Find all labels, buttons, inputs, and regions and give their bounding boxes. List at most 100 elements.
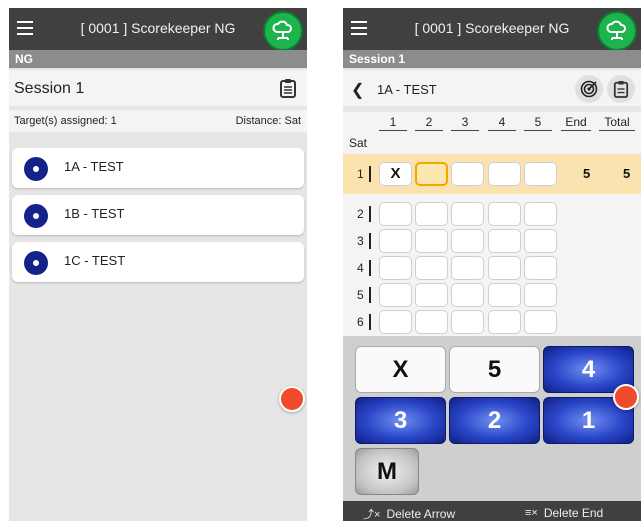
arrow-cell[interactable]: [451, 310, 484, 334]
session-bar: Session 1: [343, 50, 641, 68]
end-divider: [369, 233, 371, 249]
app-bar: [ 0001 ] Scorekeeper NG: [343, 8, 641, 51]
score-keypad: X54321M: [343, 336, 641, 501]
distance-label: Sat: [349, 136, 368, 150]
delete-end-label: Delete End: [543, 506, 604, 520]
delete-end-button[interactable]: ≡× Delete End: [525, 506, 603, 520]
targets-assigned: Target(s) assigned: 1: [14, 115, 117, 127]
back-icon[interactable]: ❮: [351, 80, 364, 100]
target-label: 1C - TEST: [64, 253, 126, 268]
end-divider: [369, 166, 371, 182]
end-row: 3: [343, 227, 641, 255]
target-name: 1A - TEST: [377, 82, 437, 97]
column-header: 2: [415, 115, 443, 131]
arrow-cell[interactable]: [415, 256, 448, 280]
target-card[interactable]: 1C - TEST: [12, 242, 304, 282]
score-key[interactable]: 5: [449, 346, 540, 393]
score-key[interactable]: 2: [449, 397, 540, 444]
target-card[interactable]: 1A - TEST: [12, 148, 304, 188]
cloud-sync-button[interactable]: [263, 11, 303, 51]
app-bar: [ 0001 ] Scorekeeper NG: [9, 8, 307, 51]
arrow-cell[interactable]: [415, 283, 448, 307]
cloud-sync-button[interactable]: [597, 11, 637, 51]
floating-action-button[interactable]: [279, 386, 305, 412]
session-info-row: Target(s) assigned: 1 Distance: Sat: [9, 110, 307, 132]
score-column-headers: 1 2 3 4 5 End Total: [343, 112, 641, 132]
end-divider: [369, 260, 371, 276]
floating-action-button[interactable]: [613, 384, 639, 410]
target-label: 1B - TEST: [64, 206, 125, 221]
arrow-cell[interactable]: [488, 283, 521, 307]
end-divider: [369, 206, 371, 222]
delete-arrow-button[interactable]: ⤴× Delete Arrow: [363, 506, 455, 521]
end-row: 2: [343, 200, 641, 228]
end-number: 3: [357, 234, 364, 248]
end-row: 6: [343, 308, 641, 336]
arrow-cell[interactable]: [415, 202, 448, 226]
arrow-cell[interactable]: [488, 202, 521, 226]
score-key[interactable]: 3: [355, 397, 446, 444]
arrow-cell[interactable]: [379, 283, 412, 307]
target-header: ❮ 1A - TEST: [343, 70, 641, 106]
arrow-cell[interactable]: [415, 162, 448, 186]
cloud-sync-icon: [272, 20, 292, 40]
arrow-cell[interactable]: [524, 256, 557, 280]
session-group-bar: NG: [9, 50, 307, 68]
end-number: 5: [357, 288, 364, 302]
end-score: 5: [583, 166, 591, 181]
target-card[interactable]: 1B - TEST: [12, 195, 304, 235]
delete-arrow-label: Delete Arrow: [386, 507, 456, 521]
arrow-cell[interactable]: [415, 310, 448, 334]
arrow-cell[interactable]: [379, 202, 412, 226]
arrow-cell[interactable]: [379, 229, 412, 253]
end-row: 1 X 5 5: [343, 154, 641, 194]
target-label: 1A - TEST: [64, 159, 124, 174]
scorecard-button[interactable]: [607, 75, 635, 103]
target-icon: [580, 80, 598, 98]
arrow-cell[interactable]: [524, 202, 557, 226]
end-divider: [369, 314, 371, 330]
arrow-cell[interactable]: [524, 162, 557, 186]
score-key[interactable]: X: [355, 346, 446, 393]
arrow-cell[interactable]: [488, 256, 521, 280]
delete-arrow-icon: ⤴×: [363, 509, 381, 521]
column-header: 4: [488, 115, 516, 131]
end-divider: [369, 287, 371, 303]
end-number: 4: [357, 261, 364, 275]
column-header: 3: [451, 115, 479, 131]
session-screen: [ 0001 ] Scorekeeper NG NG Session 1 Tar…: [9, 8, 307, 521]
clipboard-icon[interactable]: [279, 78, 297, 98]
arrow-cell[interactable]: [451, 283, 484, 307]
column-header: 5: [524, 115, 552, 131]
scoring-screen: [ 0001 ] Scorekeeper NG Session 1 ❮ 1A -…: [343, 8, 641, 521]
arrow-cell[interactable]: X: [379, 162, 412, 186]
end-number: 2: [357, 207, 364, 221]
distance-label: Distance: Sat: [235, 115, 301, 127]
column-header: Total: [599, 115, 635, 131]
column-header: 1: [379, 115, 407, 131]
score-key[interactable]: M: [355, 448, 419, 495]
arrow-cell[interactable]: [488, 162, 521, 186]
target-icon: [24, 157, 48, 181]
arrow-cell[interactable]: [524, 310, 557, 334]
target-icon: [24, 251, 48, 275]
arrow-cell[interactable]: [488, 310, 521, 334]
arrow-cell[interactable]: [379, 310, 412, 334]
arrow-cell[interactable]: [524, 283, 557, 307]
session-title: Session 1: [14, 80, 85, 97]
arrow-cell[interactable]: [451, 162, 484, 186]
end-row: 4: [343, 254, 641, 282]
arrow-cell[interactable]: [451, 202, 484, 226]
target-view-button[interactable]: [575, 75, 603, 103]
arrow-cell[interactable]: [451, 256, 484, 280]
clipboard-icon: [613, 81, 629, 98]
session-header: Session 1: [9, 70, 307, 106]
arrow-cell[interactable]: [451, 229, 484, 253]
end-row: 5: [343, 281, 641, 309]
arrow-cell[interactable]: [379, 256, 412, 280]
arrow-cell[interactable]: [415, 229, 448, 253]
arrow-cell[interactable]: [524, 229, 557, 253]
cloud-sync-icon: [606, 20, 626, 40]
bottom-action-bar: ⤴× Delete Arrow ≡× Delete End: [343, 501, 641, 521]
arrow-cell[interactable]: [488, 229, 521, 253]
